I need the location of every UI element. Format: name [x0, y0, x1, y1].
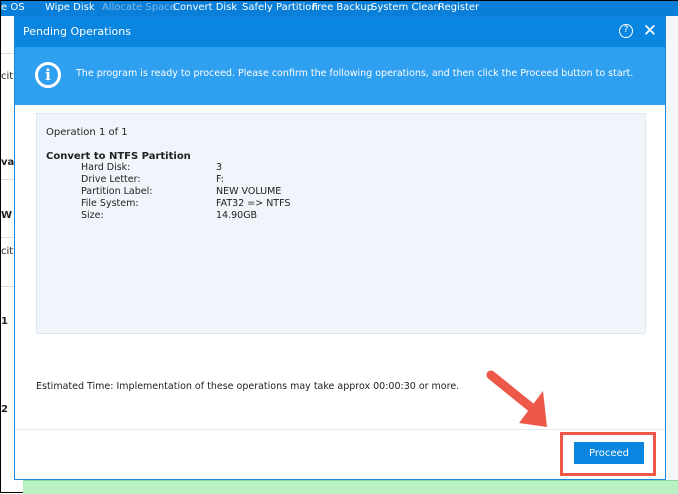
- background-divider: [1, 53, 14, 54]
- nav-item-register[interactable]: Register: [438, 2, 479, 13]
- nav-item-allocate-space: Allocate Space: [102, 2, 176, 13]
- dialog-titlebar: Pending Operations ? ✕: [15, 17, 665, 47]
- detail-value: F:: [216, 174, 224, 185]
- background-divider: [1, 237, 14, 238]
- background-text: 1: [1, 316, 8, 327]
- detail-value: NEW VOLUME: [216, 186, 282, 197]
- background-text: 2: [1, 404, 8, 415]
- info-icon: i: [35, 62, 61, 88]
- detail-value: 3: [216, 162, 223, 173]
- footer-divider: [15, 429, 665, 430]
- detail-row: File System: FAT32 => NTFS: [46, 198, 636, 210]
- info-banner: i The program is ready to proceed. Pleas…: [15, 47, 665, 105]
- detail-label: Drive Letter:: [81, 174, 141, 185]
- background-divider: [1, 286, 14, 287]
- detail-label: File System:: [81, 198, 139, 209]
- detail-row: Size: 14.90GB: [46, 210, 636, 222]
- annotation-arrow-icon: [486, 370, 547, 427]
- detail-label: Size:: [81, 210, 104, 221]
- operations-panel: Operation 1 of 1 Convert to NTFS Partiti…: [36, 113, 646, 334]
- proceed-button[interactable]: Proceed: [574, 442, 644, 464]
- nav-item-convert-disk[interactable]: Convert Disk: [173, 2, 237, 13]
- detail-row: Partition Label: NEW VOLUME: [46, 186, 636, 198]
- detail-row: Drive Letter: F:: [46, 174, 636, 186]
- nav-item-wipe-disk[interactable]: Wipe Disk: [45, 2, 95, 13]
- detail-label: Hard Disk:: [81, 162, 131, 173]
- nav-item-free-backup[interactable]: Free Backup: [312, 2, 373, 13]
- info-message: The program is ready to proceed. Please …: [76, 68, 634, 79]
- detail-value: 14.90GB: [216, 210, 258, 221]
- detail-value: FAT32 => NTFS: [216, 198, 291, 209]
- pending-operations-dialog: Pending Operations ? ✕ i The program is …: [14, 16, 666, 480]
- operation-counter: Operation 1 of 1: [46, 127, 128, 138]
- nav-item-safely-partition[interactable]: Safely Partition: [242, 2, 318, 13]
- nav-item-system-clean[interactable]: System Clean: [371, 2, 440, 13]
- close-icon[interactable]: ✕: [643, 21, 657, 41]
- detail-row: Hard Disk: 3: [46, 162, 636, 174]
- background-divider: [1, 179, 14, 180]
- top-navigation: e OS Wipe Disk Allocate Space Convert Di…: [1, 1, 678, 16]
- operation-title: Convert to NTFS Partition: [46, 151, 191, 162]
- operation-details: Hard Disk: 3 Drive Letter: F: Partition Labe…: [46, 162, 636, 222]
- dialog-title: Pending Operations: [23, 25, 131, 38]
- background-partition-bar: [23, 480, 678, 494]
- estimated-time: Estimated Time: Implementation of these …: [36, 381, 460, 392]
- help-icon[interactable]: ?: [619, 24, 633, 38]
- detail-label: Partition Label:: [81, 186, 153, 197]
- nav-item-os[interactable]: e OS: [1, 2, 25, 13]
- background-panel: [666, 16, 678, 486]
